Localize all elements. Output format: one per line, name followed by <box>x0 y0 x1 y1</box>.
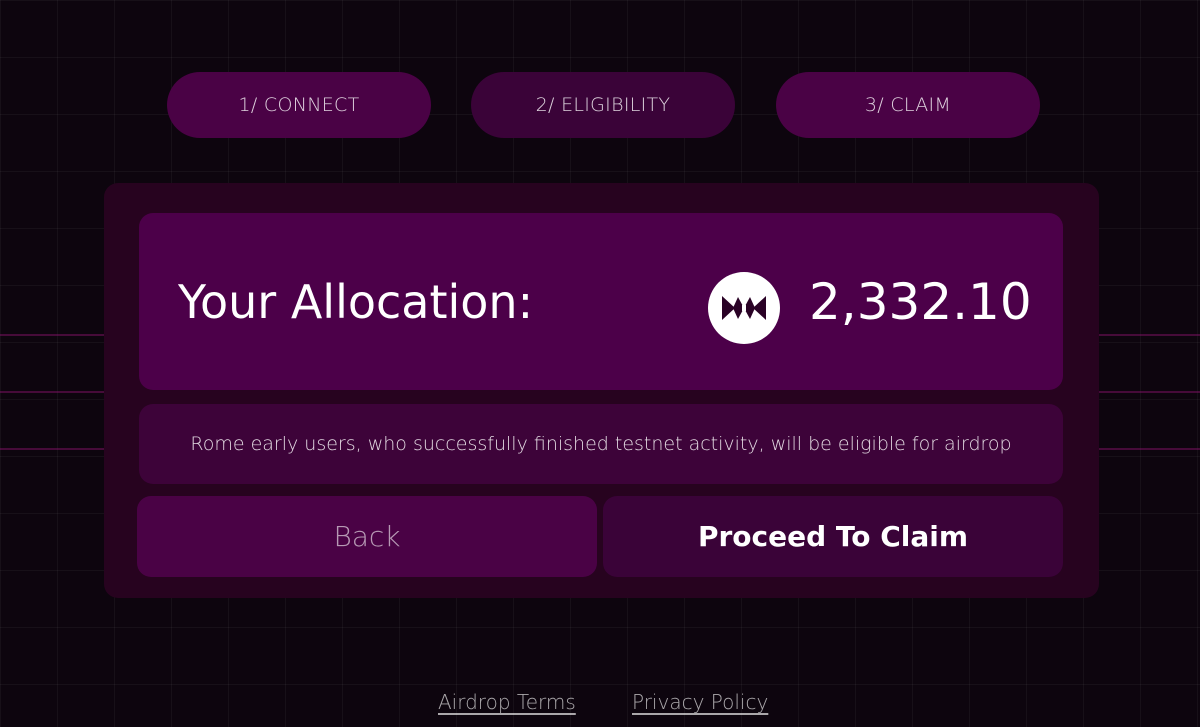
airdrop-terms-link[interactable]: Airdrop Terms <box>438 690 576 714</box>
rome-token-icon <box>708 272 780 344</box>
allocation-card: Your Allocation: 2,332.10 Rome early use… <box>104 183 1099 598</box>
rome-logo-icon <box>722 296 766 320</box>
step-connect[interactable]: 1/ CONNECT <box>167 72 431 138</box>
allocation-panel: Your Allocation: 2,332.10 <box>139 213 1063 390</box>
step-claim[interactable]: 3/ CLAIM <box>776 72 1040 138</box>
proceed-to-claim-button[interactable]: Proceed To Claim <box>603 496 1063 577</box>
step-connect-label: 1/ CONNECT <box>238 94 360 116</box>
footer: Airdrop Terms Privacy Policy <box>0 690 1200 722</box>
step-claim-label: 3/ CLAIM <box>864 94 952 116</box>
eligibility-info-panel: Rome early users, who successfully finis… <box>139 404 1063 484</box>
allocation-label: Your Allocation: <box>178 275 534 329</box>
back-button[interactable]: Back <box>137 496 597 577</box>
step-eligibility[interactable]: 2/ ELIGIBILITY <box>471 72 735 138</box>
step-eligibility-label: 2/ ELIGIBILITY <box>535 94 671 116</box>
allocation-value: 2,332.10 <box>809 273 1032 331</box>
eligibility-info-text: Rome early users, who successfully finis… <box>190 433 1012 455</box>
privacy-policy-link[interactable]: Privacy Policy <box>632 690 768 714</box>
step-nav: 1/ CONNECT 2/ ELIGIBILITY 3/ CLAIM <box>0 72 1200 138</box>
